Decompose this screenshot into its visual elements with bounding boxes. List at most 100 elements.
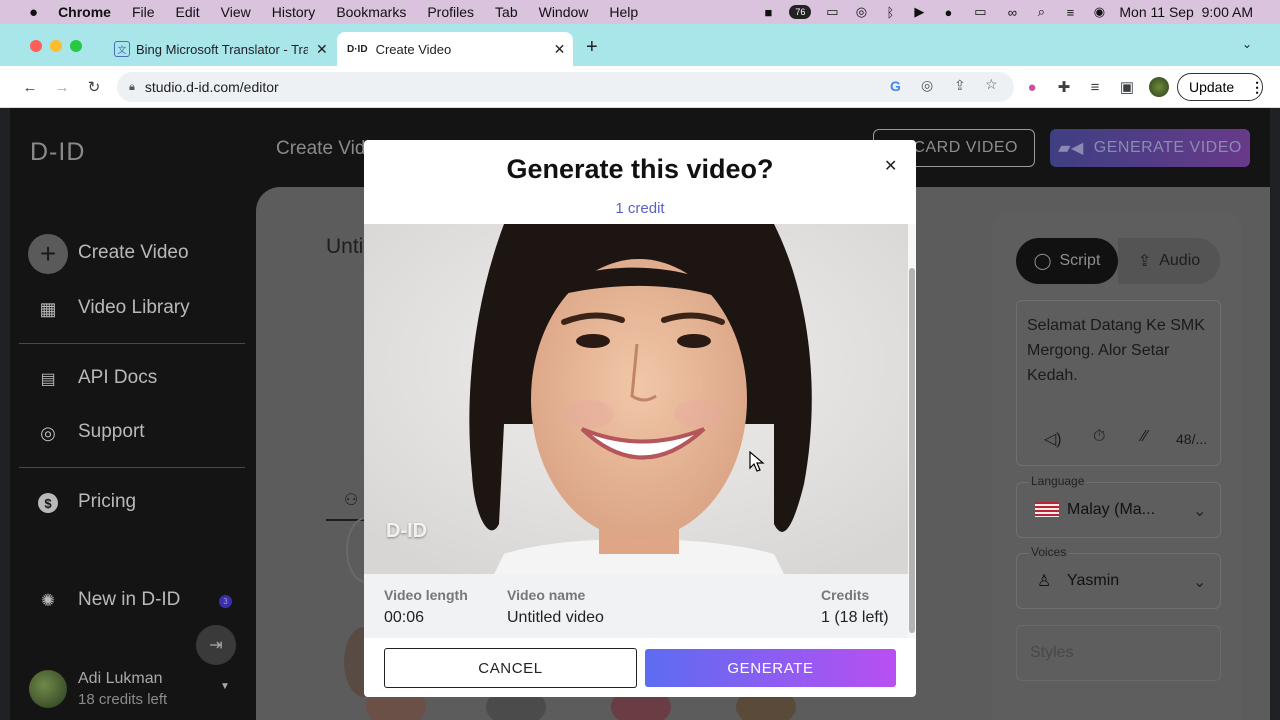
tab-script[interactable]: ◯ Script <box>1016 238 1118 284</box>
back-icon[interactable]: ← <box>20 77 40 97</box>
dollar-icon: $ <box>38 493 58 513</box>
google-icon[interactable]: G <box>890 78 901 94</box>
menu-chrome[interactable]: Chrome <box>58 4 111 20</box>
voices-label: Voices <box>1029 545 1069 559</box>
modal-title: Generate this video? <box>506 154 774 184</box>
person-icon[interactable]: ⚇ <box>344 490 358 510</box>
language-select[interactable]: Language Malay (Ma... ⌄ <box>1016 474 1221 538</box>
video-length-value: 00:06 <box>384 609 425 626</box>
sidebar-item-create-video[interactable]: Create Video <box>78 242 189 264</box>
extensions-puzzle-icon[interactable]: ✚ <box>1054 77 1074 97</box>
bluetooth-icon[interactable]: ᛒ <box>882 5 898 20</box>
lock-icon[interactable]: 🔒︎ <box>129 81 135 94</box>
link-icon[interactable]: ∞ <box>1004 5 1020 20</box>
presenter-portrait <box>364 224 908 574</box>
sidebar-item-video-library[interactable]: Video Library <box>78 297 190 319</box>
script-textarea[interactable]: Selamat Datang Ke SMK Mergong. Alor Seta… <box>1016 300 1221 466</box>
battery-icon[interactable]: ▭ <box>969 4 991 19</box>
collapse-sidebar-button[interactable]: ⇥ <box>196 625 236 665</box>
tab-create-video[interactable]: D·ID Create Video ✕ <box>337 32 573 66</box>
chevron-down-icon[interactable]: ▼ <box>220 681 230 692</box>
timer-icon[interactable]: ⏱ <box>1093 428 1105 446</box>
voice-value: Yasmin <box>1067 572 1120 589</box>
lifebuoy-icon: ◎ <box>40 422 56 443</box>
sidebar-item-support[interactable]: Support <box>78 421 145 443</box>
tab-translator[interactable]: 文 Bing Microsoft Translator - Tra ✕ <box>104 32 336 66</box>
screen-mirror-icon[interactable]: ▭ <box>824 4 840 19</box>
cancel-button[interactable]: CANCEL <box>384 648 637 688</box>
tab-title: Create Video <box>375 41 452 57</box>
side-panel-icon[interactable]: ▣ <box>1117 77 1137 97</box>
sidebar-item-new-in-d-id[interactable]: New in D-ID <box>78 589 180 611</box>
scrollbar-thumb[interactable] <box>909 268 915 633</box>
sidebar-item-api-docs[interactable]: API Docs <box>78 367 157 389</box>
tab-label: Audio <box>1159 252 1201 269</box>
kebab-menu-icon[interactable]: ⋮ <box>1250 79 1264 96</box>
zoom-window-button[interactable] <box>70 40 82 52</box>
update-button[interactable]: Update ⋮ <box>1177 73 1264 101</box>
menu-history[interactable]: History <box>272 4 316 20</box>
eye-off-icon[interactable]: ◎ <box>921 77 933 94</box>
script-text: Selamat Datang Ke SMK Mergong. Alor Seta… <box>1027 317 1205 384</box>
browser-tabstrip: 文 Bing Microsoft Translator - Tra ✕ D·ID… <box>0 24 1280 66</box>
menu-file[interactable]: File <box>132 4 155 20</box>
plus-circle-icon[interactable]: + <box>28 234 68 274</box>
menu-window[interactable]: Window <box>539 4 589 20</box>
sidebar-item-label: Support <box>78 421 145 442</box>
sidebar-item-pricing[interactable]: Pricing <box>78 491 136 513</box>
generate-button[interactable]: GENERATE <box>645 649 896 687</box>
siri-icon[interactable]: ◉ <box>1091 4 1107 19</box>
close-icon[interactable]: ✕ <box>884 156 897 176</box>
menu-bookmarks[interactable]: Bookmarks <box>336 4 406 20</box>
profile-avatar[interactable] <box>1149 77 1169 97</box>
play-icon[interactable]: ▶ <box>911 4 927 19</box>
translator-icon: 文 <box>114 41 130 57</box>
user-credits: 18 credits left <box>78 691 168 708</box>
battery-app-icon[interactable]: 76 <box>789 5 812 19</box>
magic-wand-icon[interactable]: ⁄⁄ <box>1142 428 1147 446</box>
voices-select[interactable]: Voices ♙ Yasmin ⌄ <box>1016 545 1221 609</box>
menubar-datetime[interactable]: Mon 11 Sep 9:00 AM <box>1119 4 1253 20</box>
user-icon[interactable]: ● <box>940 5 956 20</box>
close-tab-icon[interactable]: ✕ <box>554 41 566 58</box>
reading-list-icon[interactable]: ≡ <box>1085 77 1105 97</box>
tab-search-icon[interactable]: ⌄ <box>1242 37 1252 51</box>
minimize-window-button[interactable] <box>50 40 62 52</box>
sidebar-divider <box>19 467 245 468</box>
speaker-icon[interactable]: ◁) <box>1044 429 1062 449</box>
document-icon: ▤ <box>40 371 56 388</box>
sidebar-item-label: Video Library <box>78 297 190 318</box>
d-id-logo[interactable]: D-ID <box>30 138 85 167</box>
menu-view[interactable]: View <box>221 4 251 20</box>
tab-audio[interactable]: ⇪ Audio <box>1118 238 1220 284</box>
video-info-bar: Video length 00:06 Video name Untitled v… <box>364 574 908 638</box>
forward-icon[interactable]: → <box>52 77 72 97</box>
menu-tab[interactable]: Tab <box>495 4 518 20</box>
bookmark-star-icon[interactable]: ☆ <box>985 76 998 93</box>
menu-profiles[interactable]: Profiles <box>427 4 474 20</box>
airdrop-icon[interactable]: ◎ <box>853 4 869 19</box>
control-center-icon[interactable]: ≡ <box>1062 5 1078 20</box>
menu-edit[interactable]: Edit <box>176 4 200 20</box>
extension-color-icon[interactable]: ● <box>1022 77 1042 97</box>
menu-help[interactable]: Help <box>609 4 638 20</box>
chevron-down-icon: ⌄ <box>1193 503 1207 520</box>
video-name-value: Untitled video <box>507 609 604 626</box>
share-icon[interactable]: ⇪ <box>954 77 966 94</box>
voice-person-icon: ♙ <box>1037 573 1052 590</box>
character-count: 48/... <box>1176 431 1208 447</box>
new-tab-icon[interactable]: + <box>586 36 598 59</box>
styles-placeholder: Styles <box>1030 644 1074 661</box>
modal-scrollbar[interactable] <box>908 224 916 638</box>
close-window-button[interactable] <box>30 40 42 52</box>
close-tab-icon[interactable]: ✕ <box>316 41 328 58</box>
apple-icon[interactable]: ● <box>29 4 38 21</box>
generate-video-button[interactable]: ▰◀ GENERATE VIDEO <box>1050 129 1250 167</box>
address-bar[interactable]: 🔒︎ studio.d-id.com/editor G ◎ ⇪ ☆ <box>117 72 1014 102</box>
avatar[interactable] <box>29 670 67 708</box>
stop-record-icon[interactable]: ■ <box>760 5 776 20</box>
sidebar-item-label: Create Video <box>78 242 189 263</box>
reload-icon[interactable]: ↻ <box>84 77 104 97</box>
styles-select[interactable]: Styles <box>1016 625 1221 681</box>
search-icon[interactable]: ⌕ <box>1033 4 1049 19</box>
